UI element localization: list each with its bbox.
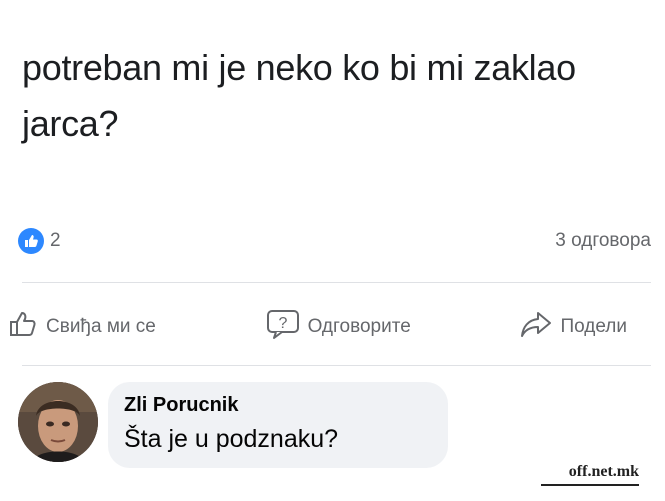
thumbs-up-outline-icon <box>8 309 38 345</box>
comment-text: Šta je u podznaku? <box>124 425 339 453</box>
avatar[interactable] <box>18 382 98 462</box>
thumbs-up-icon <box>18 228 44 254</box>
reaction-stats: 2 3 одговора <box>18 224 651 258</box>
watermark: off.net.mk <box>568 463 639 480</box>
reply-button[interactable]: ? Одговорите <box>262 308 415 346</box>
divider <box>22 365 651 366</box>
share-arrow-icon <box>520 310 552 344</box>
reply-count-link[interactable]: 3 одговора <box>555 230 651 252</box>
share-button[interactable]: Подели <box>516 310 631 344</box>
svg-text:?: ? <box>278 315 287 332</box>
comment-bubble: Zli Porucnik Šta je u podznaku? <box>108 382 448 468</box>
action-bar: Свиђа ми се ? Одговорите Подели <box>4 305 651 349</box>
reaction-count: 2 <box>50 230 61 251</box>
post-text: potreban mi je neko ko bi mi zaklao jarc… <box>22 47 576 144</box>
reactions-summary[interactable]: 2 <box>18 228 61 254</box>
watermark-underline <box>541 484 639 486</box>
reply-label: Одговорите <box>307 316 411 337</box>
like-button[interactable]: Свиђа ми се <box>4 309 160 345</box>
divider <box>22 282 651 283</box>
share-label: Подели <box>560 316 627 337</box>
like-label: Свиђа ми се <box>46 316 156 337</box>
comment: Zli Porucnik Šta je u podznaku? <box>18 382 448 468</box>
commenter-name[interactable]: Zli Porucnik <box>124 394 424 417</box>
question-bubble-icon: ? <box>266 308 300 346</box>
